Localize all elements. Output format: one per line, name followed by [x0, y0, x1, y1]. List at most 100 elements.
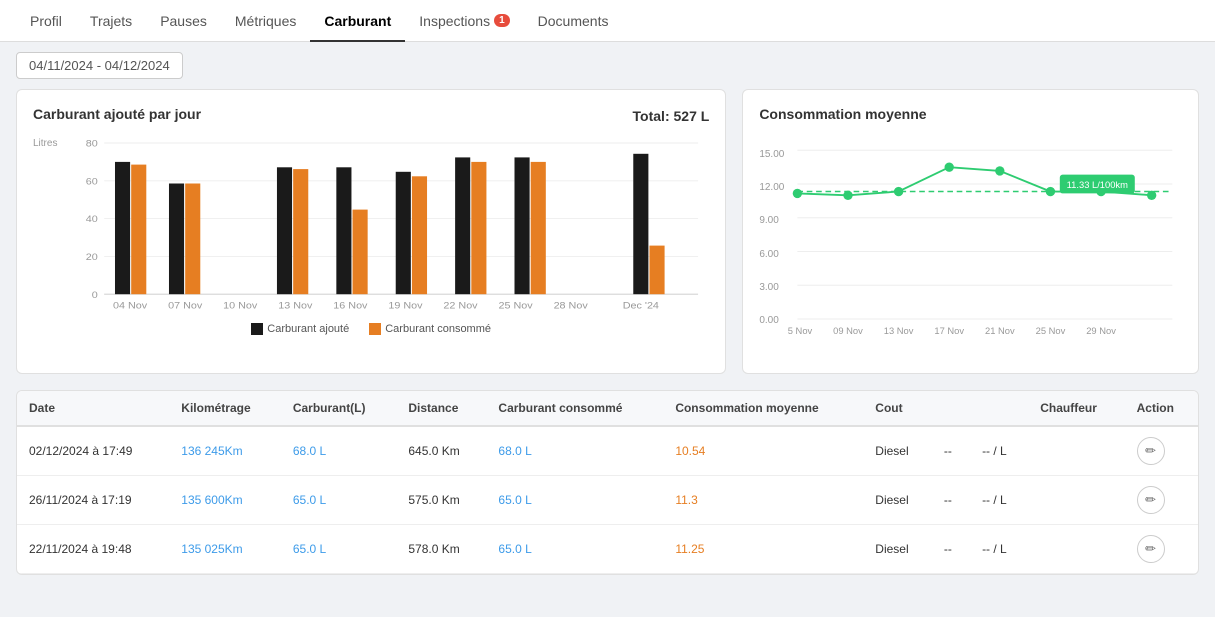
svg-text:17 Nov: 17 Nov — [935, 326, 965, 336]
bar-chart-total: Total: 527 L — [633, 108, 710, 124]
cell-cout-dash1: -- — [932, 525, 970, 574]
cell-consommation-moyenne: 11.25 — [663, 525, 863, 574]
table-header-row: Date Kilométrage Carburant(L) Distance C… — [17, 391, 1198, 426]
y-label: Litres — [33, 138, 57, 149]
svg-text:29 Nov: 29 Nov — [1087, 326, 1117, 336]
cell-kilometrage: 136 245Km — [169, 426, 281, 476]
edit-button[interactable]: ✏ — [1137, 486, 1165, 514]
col-carburant: Carburant(L) — [281, 391, 397, 426]
svg-text:13 Nov: 13 Nov — [884, 326, 914, 336]
cell-carburant-consomme: 68.0 L — [486, 426, 663, 476]
line-chart-svg: 11.33 L/100km 05 Nov 09 Nov 13 Nov 17 No… — [788, 134, 1182, 354]
svg-text:25 Nov: 25 Nov — [499, 301, 533, 311]
bar-chart-header: Carburant ajouté par jour Total: 527 L — [33, 106, 709, 126]
line-chart-title: Consommation moyenne — [759, 106, 926, 122]
cell-action: ✏ — [1125, 525, 1198, 574]
cell-date: 22/11/2024 à 19:48 — [17, 525, 169, 574]
cell-cout-type: Diesel — [863, 476, 932, 525]
svg-text:11.33 L/100km: 11.33 L/100km — [1067, 180, 1128, 190]
edit-button[interactable]: ✏ — [1137, 535, 1165, 563]
nav-documents[interactable]: Documents — [524, 0, 623, 42]
col-cout: Cout — [863, 391, 932, 426]
cell-cout-dash2: -- / L — [970, 476, 1028, 525]
cell-cout-type: Diesel — [863, 426, 932, 476]
col-consommation-moyenne: Consommation moyenne — [663, 391, 863, 426]
legend-added-label: Carburant ajouté — [267, 323, 349, 335]
nav-bar: Profil Trajets Pauses Métriques Carburan… — [0, 0, 1215, 42]
cell-carburant-consomme: 65.0 L — [486, 476, 663, 525]
col-cout3 — [970, 391, 1028, 426]
svg-text:05 Nov: 05 Nov — [788, 326, 813, 336]
line-chart-card: Consommation moyenne 15.00 12.00 9.00 6.… — [742, 89, 1199, 374]
svg-text:13 Nov: 13 Nov — [279, 301, 313, 311]
cell-consommation-moyenne: 11.3 — [663, 476, 863, 525]
nav-carburant[interactable]: Carburant — [310, 0, 405, 42]
cell-cout-dash2: -- / L — [970, 426, 1028, 476]
svg-text:09 Nov: 09 Nov — [834, 326, 864, 336]
svg-text:60: 60 — [86, 177, 99, 187]
cell-action: ✏ — [1125, 426, 1198, 476]
nav-pauses[interactable]: Pauses — [146, 0, 221, 42]
cell-cout-dash2: -- / L — [970, 525, 1028, 574]
cell-date: 02/12/2024 à 17:49 — [17, 426, 169, 476]
col-chauffeur: Chauffeur — [1028, 391, 1124, 426]
edit-button[interactable]: ✏ — [1137, 437, 1165, 465]
cell-cout-dash1: -- — [932, 476, 970, 525]
legend-consumed: Carburant consommé — [369, 323, 491, 335]
svg-text:21 Nov: 21 Nov — [985, 326, 1015, 336]
cell-chauffeur — [1028, 426, 1124, 476]
table-row: 26/11/2024 à 17:19 135 600Km 65.0 L 575.… — [17, 476, 1198, 525]
svg-text:28 Nov: 28 Nov — [554, 301, 588, 311]
nav-profil[interactable]: Profil — [16, 0, 76, 42]
line-chart-header: Consommation moyenne — [759, 106, 1182, 126]
svg-text:Dec '24: Dec '24 — [623, 301, 660, 311]
table-section: Date Kilométrage Carburant(L) Distance C… — [16, 390, 1199, 575]
date-range-bar: 04/11/2024 - 04/12/2024 — [0, 42, 1215, 89]
cell-kilometrage: 135 025Km — [169, 525, 281, 574]
cell-chauffeur — [1028, 476, 1124, 525]
col-carburant-consomme: Carburant consommé — [486, 391, 663, 426]
svg-text:19 Nov: 19 Nov — [389, 301, 423, 311]
legend-consumed-box — [369, 323, 381, 335]
cell-consommation-moyenne: 10.54 — [663, 426, 863, 476]
inspections-badge: 1 — [494, 14, 510, 27]
legend-added: Carburant ajouté — [251, 323, 349, 335]
table-row: 02/12/2024 à 17:49 136 245Km 68.0 L 645.… — [17, 426, 1198, 476]
bar-chart-card: Carburant ajouté par jour Total: 527 L L… — [16, 89, 726, 374]
svg-text:22 Nov: 22 Nov — [444, 301, 478, 311]
cell-action: ✏ — [1125, 476, 1198, 525]
svg-text:0: 0 — [92, 291, 99, 301]
svg-text:10 Nov: 10 Nov — [224, 301, 258, 311]
nav-inspections[interactable]: Inspections 1 — [405, 0, 523, 42]
legend-consumed-label: Carburant consommé — [385, 323, 491, 335]
date-range-button[interactable]: 04/11/2024 - 04/12/2024 — [16, 52, 183, 79]
cell-carburant-consomme: 65.0 L — [486, 525, 663, 574]
nav-trajets[interactable]: Trajets — [76, 0, 146, 42]
svg-text:80: 80 — [86, 139, 99, 149]
col-cout2 — [932, 391, 970, 426]
cell-cout-dash1: -- — [932, 426, 970, 476]
cell-carburant: 65.0 L — [281, 476, 397, 525]
legend-added-box — [251, 323, 263, 335]
cell-distance: 575.0 Km — [396, 476, 486, 525]
svg-text:07 Nov: 07 Nov — [169, 301, 203, 311]
col-kilometrage: Kilométrage — [169, 391, 281, 426]
cell-cout-type: Diesel — [863, 525, 932, 574]
bar-chart-title: Carburant ajouté par jour — [33, 106, 201, 122]
fuel-table: Date Kilométrage Carburant(L) Distance C… — [17, 391, 1198, 574]
cell-distance: 578.0 Km — [396, 525, 486, 574]
svg-text:25 Nov: 25 Nov — [1036, 326, 1066, 336]
cell-carburant: 65.0 L — [281, 525, 397, 574]
cell-chauffeur — [1028, 525, 1124, 574]
table-row: 22/11/2024 à 19:48 135 025Km 65.0 L 578.… — [17, 525, 1198, 574]
col-action: Action — [1125, 391, 1198, 426]
nav-metriques[interactable]: Métriques — [221, 0, 310, 42]
bar-chart-svg: 80 60 40 20 0 — [61, 134, 709, 314]
svg-text:20: 20 — [86, 253, 99, 263]
col-date: Date — [17, 391, 169, 426]
cell-carburant: 68.0 L — [281, 426, 397, 476]
bar-chart-legend: Carburant ajouté Carburant consommé — [33, 323, 709, 335]
cell-distance: 645.0 Km — [396, 426, 486, 476]
cell-date: 26/11/2024 à 17:19 — [17, 476, 169, 525]
svg-text:40: 40 — [86, 215, 99, 225]
